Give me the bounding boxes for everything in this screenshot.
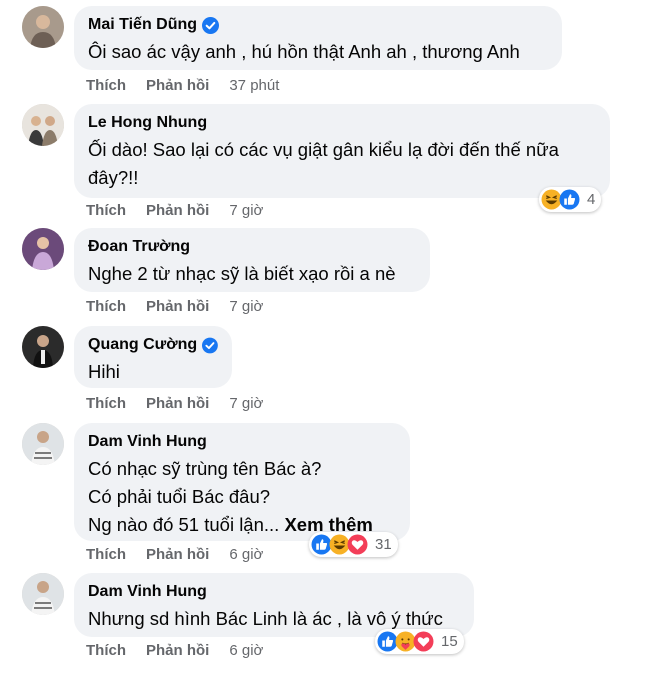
avatar[interactable] <box>22 326 64 368</box>
comment-author[interactable]: Mai Tiến Dũng <box>88 15 197 35</box>
like-button[interactable]: Thích <box>86 642 126 659</box>
comment-actions: Thích Phản hồi 6 giờ <box>86 642 263 659</box>
comment-bubble: Mai Tiến Dũng Ôi sao ác vậy anh , hú hồn… <box>74 6 562 70</box>
avatar[interactable] <box>22 228 64 270</box>
reply-button[interactable]: Phản hồi <box>146 202 209 219</box>
reaction-count: 4 <box>587 191 596 208</box>
verified-badge-icon <box>202 337 218 353</box>
reply-button[interactable]: Phản hồi <box>146 546 209 563</box>
comment-timestamp[interactable]: 6 giờ <box>229 546 263 563</box>
comment-text: Có nhạc sỹ trùng tên Bác à? Có phải tuổi… <box>88 458 373 535</box>
comment-actions: Thích Phản hồi 7 giờ <box>86 395 263 412</box>
comment-author[interactable]: Dam Vinh Hung <box>88 582 207 602</box>
comment-actions: Thích Phản hồi 7 giờ <box>86 298 263 315</box>
comment-author[interactable]: Đoan Trường <box>88 237 190 257</box>
comment-timestamp[interactable]: 7 giờ <box>229 202 263 219</box>
reply-button[interactable]: Phản hồi <box>146 77 209 94</box>
avatar[interactable] <box>22 104 64 146</box>
comment-bubble: Dam Vinh Hung Có nhạc sỹ trùng tên Bác à… <box>74 423 410 541</box>
reply-button[interactable]: Phản hồi <box>146 298 209 315</box>
like-icon <box>559 189 580 210</box>
comment-bubble: Quang Cường Hihi <box>74 326 232 388</box>
comment-timestamp[interactable]: 37 phút <box>229 77 279 94</box>
reaction-count: 31 <box>375 536 392 553</box>
reply-button[interactable]: Phản hồi <box>146 642 209 659</box>
comment-bubble: Le Hong Nhung Ối dào! Sao lại có các vụ … <box>74 104 610 198</box>
like-button[interactable]: Thích <box>86 77 126 94</box>
verified-badge-icon <box>202 16 220 34</box>
reply-button[interactable]: Phản hồi <box>146 395 209 412</box>
comment-text: Hihi <box>88 361 120 382</box>
comment-author[interactable]: Quang Cường <box>88 335 197 355</box>
comment-text: Ối dào! Sao lại có các vụ giật gân kiểu … <box>88 139 559 188</box>
like-button[interactable]: Thích <box>86 395 126 412</box>
comment-text: Nghe 2 từ nhạc sỹ là biết xạo rồi a nè <box>88 263 396 284</box>
love-icon <box>347 534 368 555</box>
comment-timestamp[interactable]: 6 giờ <box>229 642 263 659</box>
comment-bubble: Đoan Trường Nghe 2 từ nhạc sỹ là biết xạ… <box>74 228 430 292</box>
like-button[interactable]: Thích <box>86 298 126 315</box>
comment-author[interactable]: Dam Vinh Hung <box>88 432 207 452</box>
reaction-summary[interactable]: 31 <box>309 532 398 557</box>
comment-timestamp[interactable]: 7 giờ <box>229 298 263 315</box>
comment-actions: Thích Phản hồi 37 phút <box>86 77 279 94</box>
comment-author[interactable]: Le Hong Nhung <box>88 113 207 133</box>
avatar[interactable] <box>22 6 64 48</box>
comment-bubble: Dam Vinh Hung Nhưng sd hình Bác Linh là … <box>74 573 474 637</box>
reaction-summary[interactable]: 4 <box>539 187 602 212</box>
comment-text: Ôi sao ác vậy anh , hú hồn thật Anh ah ,… <box>88 41 520 62</box>
reaction-summary[interactable]: 15 <box>375 629 464 654</box>
like-button[interactable]: Thích <box>86 546 126 563</box>
comment-timestamp[interactable]: 7 giờ <box>229 395 263 412</box>
love-icon <box>413 631 434 652</box>
avatar[interactable] <box>22 423 64 465</box>
comment-actions: Thích Phản hồi 6 giờ <box>86 546 263 563</box>
reaction-count: 15 <box>441 633 458 650</box>
avatar[interactable] <box>22 573 64 615</box>
like-button[interactable]: Thích <box>86 202 126 219</box>
comment-actions: Thích Phản hồi 7 giờ <box>86 202 263 219</box>
